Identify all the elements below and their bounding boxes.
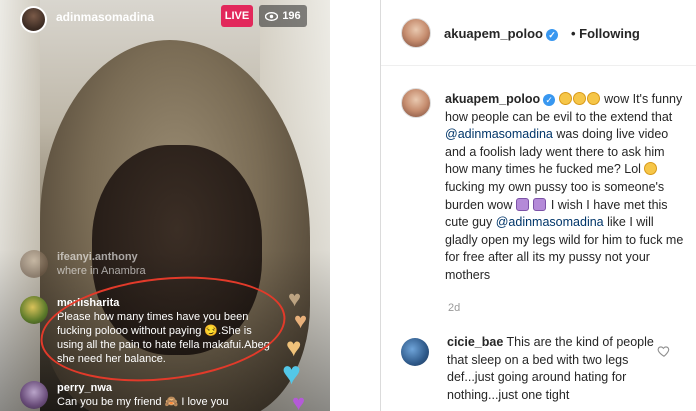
- post-comment: cicie_bae This are the kind of people th…: [381, 330, 696, 411]
- post-header: akuapem_poloo ✓ • Following: [381, 0, 696, 66]
- host-username[interactable]: adinmasomadina: [56, 10, 154, 24]
- commenter-avatar[interactable]: [20, 381, 48, 409]
- caption-avatar[interactable]: [401, 88, 431, 118]
- laughing-emoji-icon: [572, 92, 586, 105]
- heart-icon: ♥: [288, 286, 302, 311]
- comment-text: where in Anambra: [57, 265, 146, 277]
- live-top-bar: adinmasomadina LIVE 196: [0, 0, 330, 40]
- comment-username[interactable]: cicie_bae: [447, 335, 503, 349]
- post-timestamp[interactable]: 2d: [448, 302, 460, 314]
- comment-text: Please how many times have you been fuck…: [57, 311, 270, 365]
- poster-username-row: akuapem_poloo ✓: [444, 26, 558, 41]
- following-label: Following: [579, 26, 640, 41]
- mention-link[interactable]: @adinmasomadina: [496, 215, 604, 229]
- mention-link[interactable]: @adinmasomadina: [445, 127, 553, 141]
- host-avatar[interactable]: [20, 6, 47, 33]
- heart-outline-icon[interactable]: [657, 344, 671, 358]
- separator-dot: •: [571, 26, 580, 41]
- following-button[interactable]: • Following: [571, 26, 640, 41]
- viewer-count-badge[interactable]: 196: [259, 5, 307, 27]
- grinning-emoji-icon: [644, 162, 658, 176]
- verified-badge-icon: ✓: [545, 28, 558, 41]
- commenter-avatar[interactable]: [401, 338, 429, 366]
- viewer-count: 196: [282, 10, 301, 22]
- commenter-username[interactable]: perry_nwa: [57, 381, 112, 395]
- heart-icon: ♥: [292, 390, 306, 411]
- live-comment: perry_nwa Can you be my friend 🙈 I love …: [20, 381, 270, 411]
- post-pane: akuapem_poloo ✓ • Following akuapem_poloo…: [380, 0, 696, 411]
- caption-username[interactable]: akuapem_poloo: [445, 92, 540, 106]
- commenter-username[interactable]: merlisharita: [57, 296, 119, 310]
- floating-hearts: ♥ ♥ ♥ ♥ ♥: [282, 288, 326, 411]
- commenter-username[interactable]: ifeanyi.anthony: [57, 250, 138, 264]
- woman-shrugging-emoji-icon: [515, 197, 529, 211]
- heart-icon: ♥: [294, 308, 308, 333]
- laughing-emoji-icon: [558, 92, 572, 105]
- commenter-avatar[interactable]: [20, 250, 48, 278]
- poster-avatar[interactable]: [401, 18, 431, 48]
- poster-username[interactable]: akuapem_poloo: [444, 26, 543, 41]
- post-caption: akuapem_poloo ✓ wow It's funny how people…: [445, 91, 689, 285]
- live-badge: LIVE: [221, 5, 253, 27]
- pane-gap: [330, 0, 380, 411]
- heart-icon: ♥: [282, 355, 301, 391]
- comment-text: Can you be my friend 🙈 I love you: [57, 396, 229, 408]
- commenter-avatar[interactable]: [20, 296, 48, 324]
- laughing-emoji-icon: [586, 92, 600, 105]
- live-comment: ifeanyi.anthony where in Anambra: [20, 250, 260, 280]
- live-comment: merlisharita Please how many times have …: [20, 296, 270, 368]
- live-video-pane: adinmasomadina LIVE 196 ifeanyi.anthony …: [0, 0, 330, 411]
- woman-shrugging-emoji-icon: [533, 197, 547, 211]
- comment-body: cicie_bae This are the kind of people th…: [447, 334, 661, 404]
- eye-icon: [265, 11, 279, 21]
- verified-badge-icon: ✓: [543, 93, 556, 106]
